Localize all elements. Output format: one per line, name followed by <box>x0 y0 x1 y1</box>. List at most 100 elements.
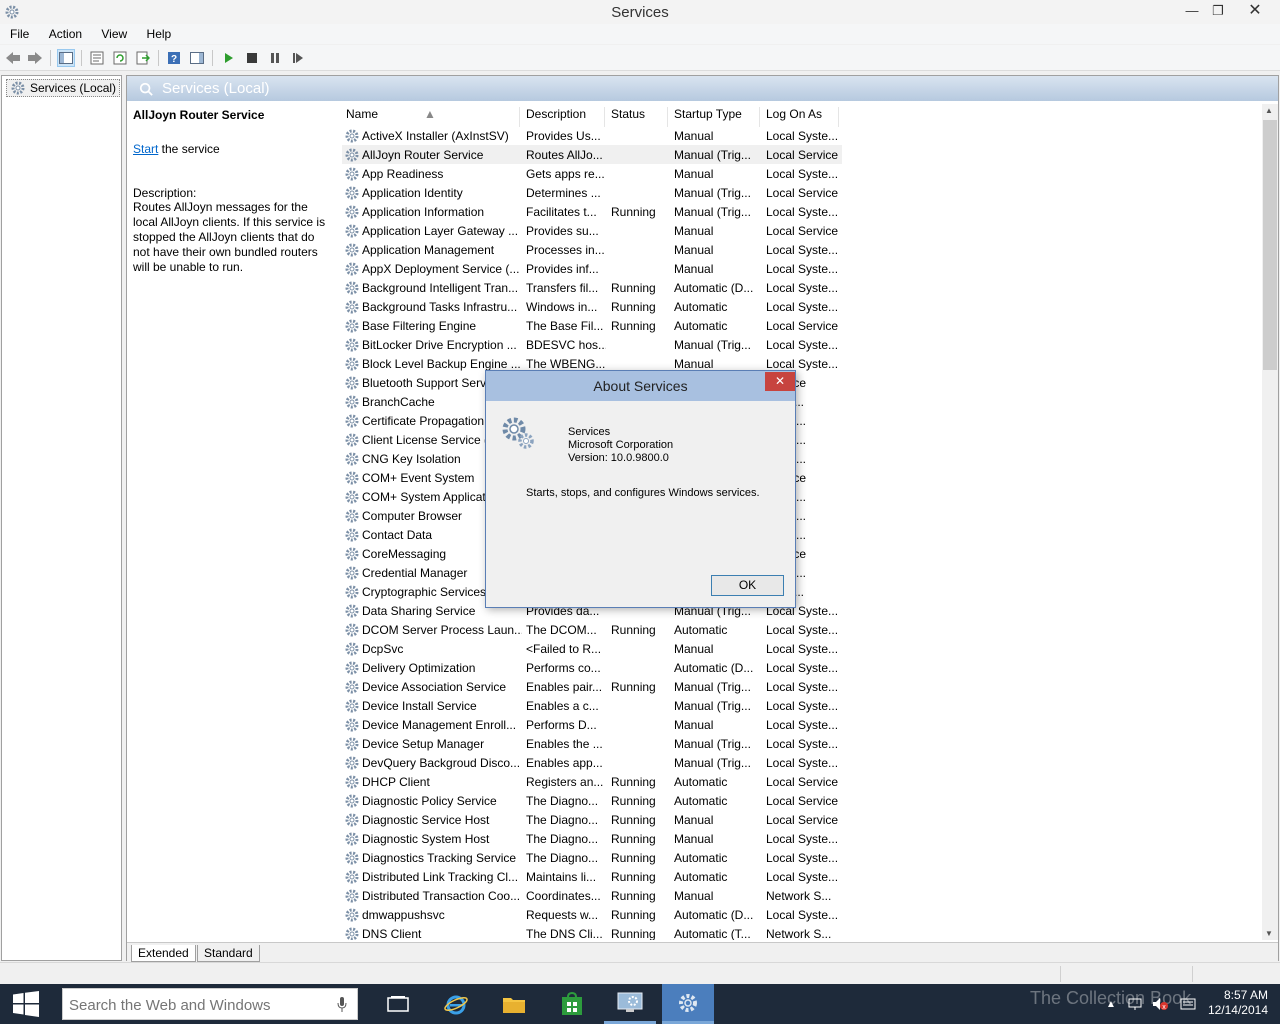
table-row[interactable]: Diagnostic Policy Service The Diagno... Ru… <box>342 791 842 810</box>
table-row[interactable]: Device Management Enroll... Performs D...… <box>342 715 842 734</box>
scroll-up-icon[interactable]: ▲ <box>1265 106 1273 115</box>
help-icon[interactable]: ? <box>165 49 183 67</box>
table-row[interactable]: Application Layer Gateway ... Provides su… <box>342 221 842 240</box>
restart-service-icon[interactable] <box>289 49 307 67</box>
table-row[interactable]: Application Management Processes in... Man… <box>342 240 842 259</box>
service-description: Windows in... <box>526 300 598 314</box>
restore-button[interactable]: ❐ <box>1204 0 1232 22</box>
table-row[interactable]: BitLocker Drive Encryption ... BDESVC hos… <box>342 335 842 354</box>
service-gear-icon <box>345 775 359 789</box>
menu-help[interactable]: Help <box>139 25 180 43</box>
system-clock[interactable]: 8:57 AM 12/14/2014 <box>1198 988 1268 1018</box>
service-log-on-as: Local Syste... <box>766 870 839 884</box>
network-icon[interactable] <box>1128 997 1142 1011</box>
tab-extended[interactable]: Extended <box>131 945 196 962</box>
table-row[interactable]: Distributed Link Tracking Cl... Maintains… <box>342 867 842 886</box>
dialog-body: Services Microsoft Corporation Version: … <box>486 401 795 607</box>
header-divider[interactable] <box>759 107 760 127</box>
service-startup-type: Manual (Trig... <box>674 205 751 219</box>
refresh-icon[interactable] <box>111 49 129 67</box>
ok-button[interactable]: OK <box>711 575 784 596</box>
menu-view[interactable]: View <box>93 25 135 43</box>
menu-file[interactable]: File <box>2 25 37 43</box>
table-row[interactable]: Background Tasks Infrastru... Windows in.… <box>342 297 842 316</box>
taskbar-computer-management[interactable] <box>604 984 656 1024</box>
service-name: Application Identity <box>362 186 463 200</box>
vertical-scrollbar[interactable]: ▲ ▼ <box>1262 104 1278 940</box>
volume-muted-icon[interactable]: x <box>1152 997 1168 1011</box>
dialog-title-bar: About Services <box>486 371 795 401</box>
close-button[interactable]: ✕ <box>1232 0 1278 22</box>
table-row[interactable]: Application Information Facilitates t... R… <box>342 202 842 221</box>
header-divider[interactable] <box>604 107 605 127</box>
table-row[interactable]: Diagnostic Service Host The Diagno... Runn… <box>342 810 842 829</box>
service-log-on-as: Local Service <box>766 148 839 162</box>
table-row[interactable]: Device Association Service Enables pair..… <box>342 677 842 696</box>
service-name: DCOM Server Process Laun... <box>362 623 522 637</box>
table-row[interactable]: DHCP Client Registers an... Running Automat… <box>342 772 842 791</box>
start-button[interactable] <box>0 984 52 1024</box>
menu-action[interactable]: Action <box>41 25 90 43</box>
table-row[interactable]: Device Setup Manager Enables the ... Manua… <box>342 734 842 753</box>
header-divider[interactable] <box>667 107 668 127</box>
status-divider <box>1060 966 1061 982</box>
show-hidden-icons-icon[interactable]: ▲ <box>1106 999 1116 1010</box>
table-row[interactable]: AppX Deployment Service (... Provides inf… <box>342 259 842 278</box>
table-row[interactable]: Distributed Transaction Coo... Coordinate… <box>342 886 842 905</box>
table-row[interactable]: DCOM Server Process Laun... The DCOM... Ru… <box>342 620 842 639</box>
pause-service-icon[interactable] <box>266 49 284 67</box>
header-divider[interactable] <box>519 107 520 127</box>
table-row[interactable]: Diagnostics Tracking Service The Diagno..… <box>342 848 842 867</box>
start-service-icon[interactable] <box>220 49 238 67</box>
service-log-on-as: Local Syste... <box>766 756 839 770</box>
toolbar: ? <box>0 45 1280 71</box>
minimize-button[interactable]: — <box>1178 0 1206 22</box>
table-row[interactable]: DcpSvc <Failed to R... Manual Local Syste..… <box>342 639 842 658</box>
task-view-button[interactable] <box>372 984 424 1024</box>
table-row[interactable]: ActiveX Installer (AxInstSV) Provides Us.… <box>342 126 842 145</box>
back-icon[interactable] <box>4 49 22 67</box>
taskbar-internet-explorer[interactable] <box>430 984 482 1024</box>
taskbar-services[interactable] <box>662 984 714 1024</box>
service-startup-type: Manual (Trig... <box>674 756 751 770</box>
search-input[interactable] <box>69 995 329 1015</box>
table-row[interactable]: Base Filtering Engine The Base Fil... Runn… <box>342 316 842 335</box>
forward-icon[interactable] <box>26 49 44 67</box>
taskbar: The Collection Book ▲ x 8:57 AM 12/14/20… <box>0 984 1280 1024</box>
tab-standard[interactable]: Standard <box>197 945 260 962</box>
table-row[interactable]: Application Identity Determines ... Manual… <box>342 183 842 202</box>
export-list-icon[interactable] <box>134 49 152 67</box>
stop-service-icon[interactable] <box>243 49 261 67</box>
scroll-down-icon[interactable]: ▼ <box>1265 929 1273 938</box>
table-row[interactable]: Background Intelligent Tran... Transfers … <box>342 278 842 297</box>
dialog-close-button[interactable]: ✕ <box>765 372 795 391</box>
show-hide-console-tree-icon[interactable] <box>57 49 75 67</box>
taskbar-file-explorer[interactable] <box>488 984 540 1024</box>
table-row[interactable]: Device Install Service Enables a c... Manu… <box>342 696 842 715</box>
properties-icon[interactable] <box>88 49 106 67</box>
table-row[interactable]: AllJoyn Router Service Routes AllJo... Man… <box>342 145 842 164</box>
table-row[interactable]: Diagnostic System Host The Diagno... Runni… <box>342 829 842 848</box>
column-header-name[interactable]: Name <box>346 107 378 121</box>
column-header-description[interactable]: Description <box>526 107 586 121</box>
table-row[interactable]: DevQuery Backgroud Disco... Enables app..… <box>342 753 842 772</box>
action-center-icon[interactable] <box>1180 998 1196 1010</box>
column-header-startup-type[interactable]: Startup Type <box>674 107 742 121</box>
extended-detail: AllJoyn Router Service Start the service… <box>133 108 333 275</box>
header-divider[interactable] <box>838 107 839 127</box>
table-row[interactable]: dmwappushsvc Requests w... Running Automati… <box>342 905 842 924</box>
taskbar-store[interactable] <box>546 984 598 1024</box>
action-pane-icon[interactable] <box>188 49 206 67</box>
table-row[interactable]: App Readiness Gets apps re... Manual Local … <box>342 164 842 183</box>
column-header-status[interactable]: Status <box>611 107 645 121</box>
service-description: The DCOM... <box>526 623 597 637</box>
scroll-thumb[interactable] <box>1263 120 1277 370</box>
start-service-link[interactable]: Start <box>133 142 158 156</box>
service-name: DcpSvc <box>362 642 404 656</box>
tree-item-services-local[interactable]: Services (Local) <box>6 79 121 97</box>
table-row[interactable]: DNS Client The DNS Cli... Running Automatic… <box>342 924 842 940</box>
column-header-log-on-as[interactable]: Log On As <box>766 107 822 121</box>
table-row[interactable]: Delivery Optimization Performs co... Autom… <box>342 658 842 677</box>
search-box[interactable] <box>62 988 358 1020</box>
microphone-icon[interactable] <box>337 997 347 1013</box>
